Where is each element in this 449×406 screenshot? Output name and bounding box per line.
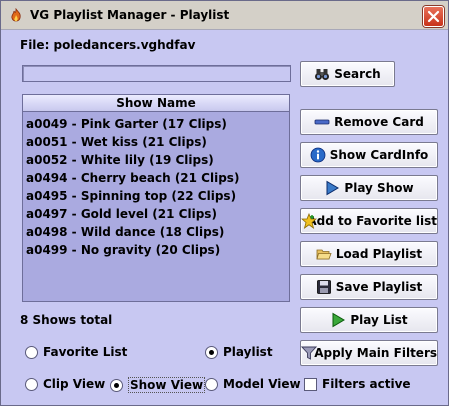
open-folder-icon [316,246,332,262]
column-header-show-name[interactable]: Show Name [23,95,289,112]
play-list-button[interactable]: Play List [300,307,438,333]
playlist-label: Playlist [223,345,273,359]
radio-circle-selected [110,378,123,392]
show-cardinfo-button[interactable]: Show CardInfo [300,142,438,168]
list-item[interactable]: a0049 - Pink Garter (17 Clips) [26,115,227,133]
flame-icon [8,7,24,24]
radio-circle [205,377,218,391]
minus-icon [314,114,330,130]
save-playlist-button[interactable]: Save Playlist [300,274,438,300]
list-item[interactable]: a0495 - Spinning top (22 Clips) [26,187,236,205]
list-item[interactable]: a0052 - White lily (19 Clips) [26,151,214,169]
list-item[interactable]: a0498 - Wild dance (18 Clips) [26,223,224,241]
add-to-favorite-label: Add to Favorite list [307,214,437,228]
play-green-icon [330,312,346,328]
load-playlist-label: Load Playlist [335,247,423,261]
radio-circle [25,345,38,359]
list-item[interactable]: a0499 - No gravity (20 Clips) [26,241,220,259]
file-label: File: poledancers.vghdfav [20,38,196,52]
floppy-disk-icon [316,279,332,295]
radio-circle [25,377,38,391]
filters-active-checkbox[interactable]: Filters active [304,377,411,391]
clip-view-radio[interactable]: Clip View [25,377,105,391]
star-add-icon [301,213,317,229]
playlist-manager-window: VG Playlist Manager - Playlist File: pol… [0,0,449,406]
load-playlist-button[interactable]: Load Playlist [300,241,438,267]
play-icon [324,180,340,196]
show-list[interactable]: Show Name a0049 - Pink Garter (17 Clips)… [22,94,290,302]
playlist-radio[interactable]: Playlist [205,345,273,359]
apply-main-filters-button[interactable]: Apply Main Filters [300,340,438,366]
binoculars-icon [314,66,330,82]
show-view-label: Show View [128,377,206,393]
play-list-label: Play List [350,313,408,327]
radio-circle-selected [205,345,218,359]
search-button[interactable]: Search [300,61,395,87]
title-bar[interactable]: VG Playlist Manager - Playlist [1,1,448,30]
save-playlist-label: Save Playlist [335,280,423,294]
model-view-label: Model View [223,377,301,391]
remove-card-label: Remove Card [334,115,424,129]
shows-total: 8 Shows total [20,313,113,327]
window-title: VG Playlist Manager - Playlist [30,8,230,22]
show-view-radio[interactable]: Show View [110,377,206,393]
remove-card-button[interactable]: Remove Card [300,109,438,135]
filter-funnel-icon [301,345,317,361]
checkbox-box [304,377,317,391]
search-button-label: Search [334,67,381,81]
show-list-body[interactable]: a0049 - Pink Garter (17 Clips) a0051 - W… [23,113,289,301]
play-show-button[interactable]: Play Show [300,175,438,201]
clip-view-label: Clip View [43,377,106,391]
favorite-list-label: Favorite List [43,345,128,359]
model-view-radio[interactable]: Model View [205,377,301,391]
close-button[interactable] [423,6,444,27]
list-item[interactable]: a0051 - Wet kiss (21 Clips) [26,133,207,151]
show-cardinfo-label: Show CardInfo [329,148,429,162]
add-to-favorite-button[interactable]: Add to Favorite list [300,208,438,234]
info-icon [310,147,326,163]
play-show-label: Play Show [344,181,414,195]
search-input[interactable] [22,65,291,82]
list-item[interactable]: a0494 - Cherry beach (21 Clips) [26,169,239,187]
favorite-list-radio[interactable]: Favorite List [25,345,127,359]
filters-active-label: Filters active [322,377,411,391]
apply-main-filters-label: Apply Main Filters [314,346,437,360]
list-item[interactable]: a0497 - Gold level (21 Clips) [26,205,217,223]
